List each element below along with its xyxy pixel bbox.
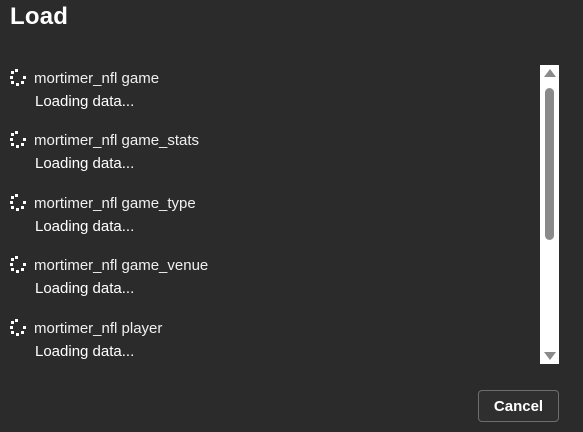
loading-spinner-icon (10, 256, 28, 274)
loading-spinner-icon (10, 69, 28, 87)
list-item: mortimer_nfl game_type Loading data... (10, 189, 530, 239)
dialog-title: Load (10, 3, 69, 30)
item-status: Loading data... (35, 218, 135, 235)
cancel-button[interactable]: Cancel (478, 390, 559, 422)
list-item: mortimer_nfl game_venue Loading data... (10, 251, 530, 301)
load-dialog: Load mortimer_nfl game Loading data... m… (0, 0, 583, 432)
item-status: Loading data... (35, 93, 135, 110)
loading-spinner-icon (10, 319, 28, 337)
scroll-down-arrow-icon[interactable] (544, 352, 556, 360)
scroll-thumb[interactable] (545, 88, 554, 240)
item-status: Loading data... (35, 155, 135, 172)
scroll-up-arrow-icon[interactable] (544, 69, 556, 77)
item-name: mortimer_nfl player (34, 319, 163, 337)
item-name: mortimer_nfl game_type (34, 194, 196, 212)
list-item: mortimer_nfl game_stats Loading data... (10, 126, 530, 176)
item-name: mortimer_nfl game_stats (34, 131, 200, 149)
list-item: mortimer_nfl game Loading data... (10, 64, 530, 114)
load-item-list: mortimer_nfl game Loading data... mortim… (0, 64, 540, 364)
item-status: Loading data... (35, 280, 135, 297)
item-status: Loading data... (35, 343, 135, 360)
loading-spinner-icon (10, 194, 28, 212)
vertical-scrollbar[interactable] (540, 65, 559, 364)
item-name: mortimer_nfl game (34, 69, 160, 87)
item-name: mortimer_nfl game_venue (34, 256, 209, 274)
list-item: mortimer_nfl player Loading data... (10, 314, 530, 364)
loading-spinner-icon (10, 131, 28, 149)
